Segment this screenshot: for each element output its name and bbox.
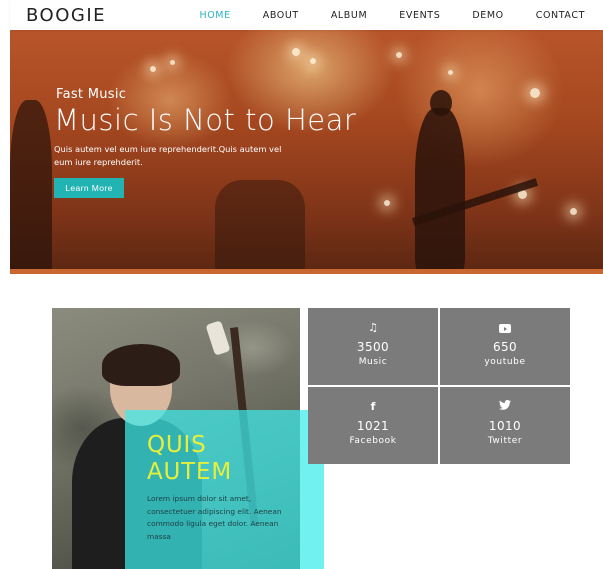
youtube-icon xyxy=(499,321,511,335)
hero-title: Music Is Not to Hear xyxy=(54,103,357,137)
facebook-icon: f xyxy=(370,400,376,413)
hero-subtitle: Fast Music xyxy=(56,87,127,102)
guitarist-head xyxy=(430,90,452,116)
feature-title-line1: QUIS xyxy=(147,432,207,458)
guitarist-silhouette xyxy=(415,108,465,274)
feature-title: QUIS AUTEM xyxy=(147,432,232,486)
stat-label: Facebook xyxy=(349,436,397,446)
stage-light xyxy=(570,208,577,215)
stat-label: Twitter xyxy=(487,436,523,446)
stat-twitter[interactable]: 1010 Twitter xyxy=(440,387,570,464)
site-logo[interactable]: BOOGIE xyxy=(26,5,106,26)
feature-description: Lorem ipsum dolor sit amet, consectetuer… xyxy=(147,494,282,541)
nav-home[interactable]: HOME xyxy=(199,10,230,21)
hero-banner: Fast Music Music Is Not to Hear Quis aut… xyxy=(10,30,603,274)
stat-value: 3500 xyxy=(356,340,390,354)
nav-events[interactable]: EVENTS xyxy=(399,10,440,21)
stat-value: 1021 xyxy=(356,419,390,433)
stage-light xyxy=(292,48,300,56)
stage-light xyxy=(448,70,453,75)
stage-light xyxy=(310,58,316,64)
stage-light xyxy=(384,200,390,206)
nav-contact[interactable]: CONTACT xyxy=(536,10,585,21)
feature-title-line2: AUTEM xyxy=(147,459,232,485)
stats-grid: ♫ 3500 Music 650 youtube f 1021 Facebook… xyxy=(308,308,570,464)
stage-light xyxy=(150,66,156,72)
stat-label: youtube xyxy=(484,357,526,367)
top-navbar: BOOGIE HOME ABOUT ALBUM EVENTS DEMO CONT… xyxy=(10,0,603,30)
hero-description: Quis autem vel eum iure reprehenderit.Qu… xyxy=(54,144,282,167)
artist-hair xyxy=(102,344,180,386)
band-member-silhouette xyxy=(10,100,52,274)
stat-facebook[interactable]: f 1021 Facebook xyxy=(308,387,438,464)
stage-light xyxy=(530,88,540,98)
stat-music[interactable]: ♫ 3500 Music xyxy=(308,308,438,385)
twitter-icon xyxy=(499,400,511,414)
main-menu: HOME ABOUT ALBUM EVENTS DEMO CONTACT xyxy=(167,0,585,30)
stat-value: 1010 xyxy=(488,419,522,433)
stat-youtube[interactable]: 650 youtube xyxy=(440,308,570,385)
nav-album[interactable]: ALBUM xyxy=(331,10,367,21)
stat-value: 650 xyxy=(492,340,518,354)
stage-light xyxy=(170,60,175,65)
learn-more-button[interactable]: Learn More xyxy=(54,178,124,198)
stage-light xyxy=(396,52,402,58)
nav-about[interactable]: ABOUT xyxy=(263,10,299,21)
nav-demo[interactable]: DEMO xyxy=(472,10,503,21)
drum-kit-silhouette xyxy=(215,180,305,274)
stat-label: Music xyxy=(358,357,388,367)
music-note-icon: ♫ xyxy=(368,321,378,334)
